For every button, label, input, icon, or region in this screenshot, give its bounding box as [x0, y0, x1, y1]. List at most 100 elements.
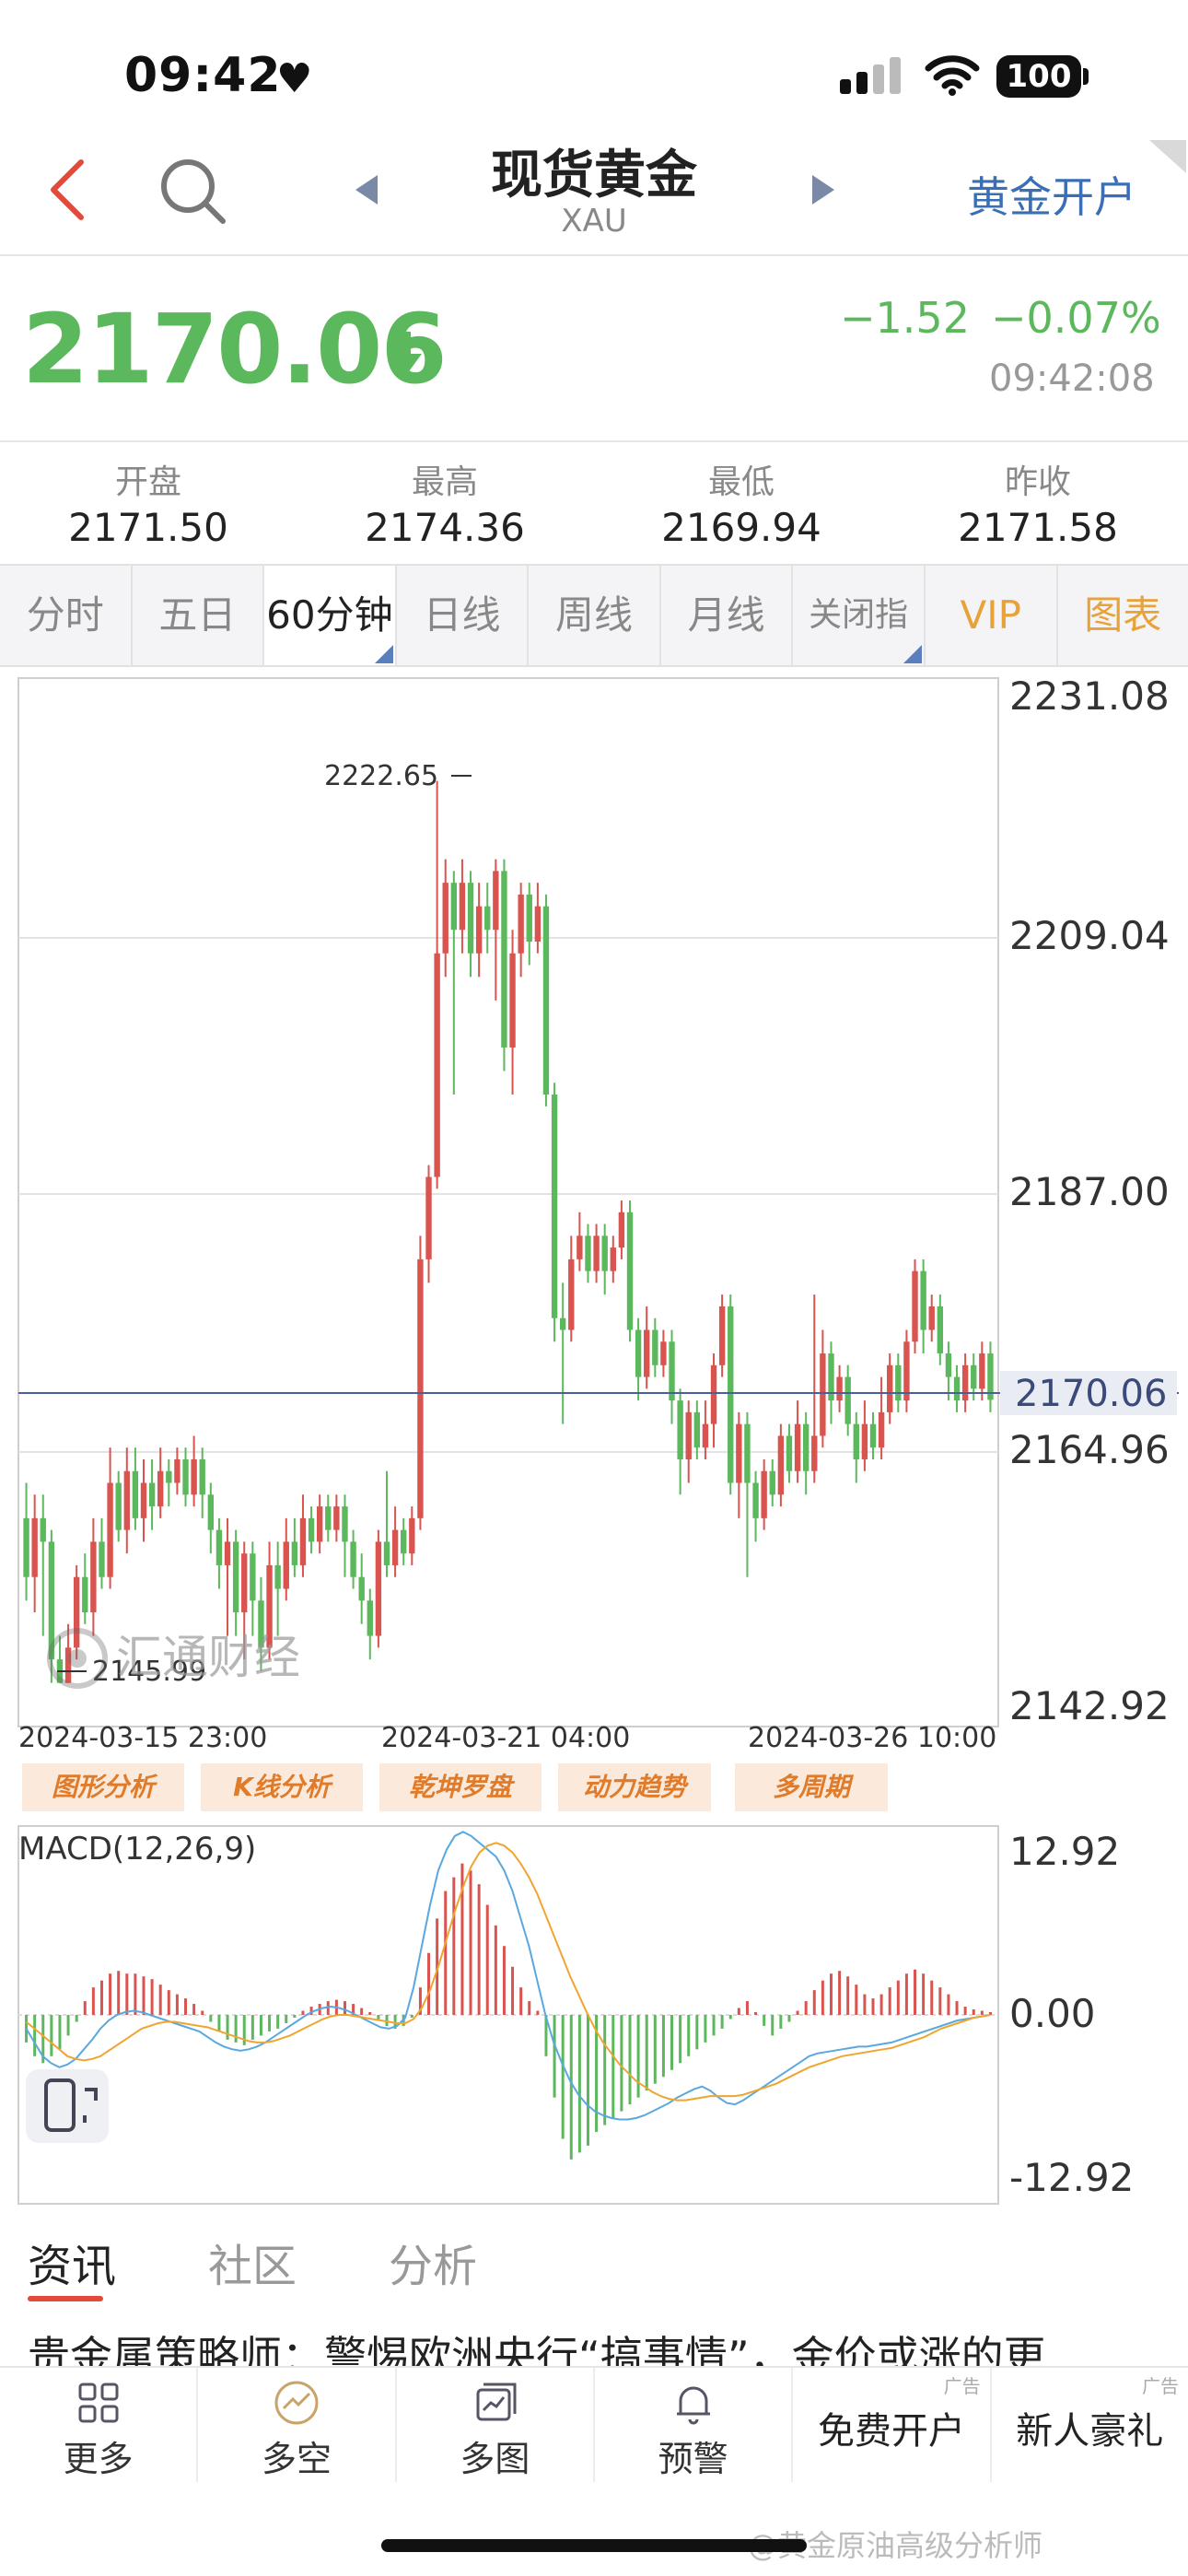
candle-body	[752, 1482, 759, 1518]
candle-body	[769, 1470, 775, 1495]
tab-community[interactable]: 社区	[208, 2230, 297, 2294]
candlestick-chart[interactable]: 2170.06 2231.08 2209.04 2187.00 2164.96 …	[0, 663, 1188, 1760]
news-headline[interactable]: 贵金属策略师：警惕欧洲央行“搞事情”，金价或涨的更	[28, 2324, 1188, 2368]
candle-body	[325, 1506, 332, 1530]
next-instrument-icon[interactable]	[810, 173, 838, 206]
candle-body	[358, 1576, 365, 1601]
price-change: −1.52	[840, 293, 970, 343]
candle-body	[644, 1329, 650, 1377]
candle-body	[736, 1423, 742, 1483]
alert-button[interactable]: 预警	[595, 2368, 794, 2482]
wifi-icon	[925, 55, 980, 96]
candle-body	[568, 1259, 575, 1330]
stat-high-label: 最高	[411, 463, 478, 501]
x-tick-1: 2024-03-21 04:00	[381, 1722, 630, 1754]
status-time: 09:42	[124, 48, 282, 103]
multi-chart-icon	[476, 2383, 517, 2421]
candle-body	[31, 1517, 38, 1577]
candle-body	[861, 1423, 868, 1459]
candle-body	[601, 1235, 608, 1271]
macd-y-tick-1: 0.00	[1009, 1991, 1096, 2036]
macd-chart[interactable]: MACD(12,26,9) 12.92 0.00 -12.92	[0, 1821, 1188, 2207]
chip-multi-period[interactable]: 多周期	[735, 1763, 888, 1811]
home-indicator[interactable]	[381, 2539, 807, 2552]
candle-body	[961, 1364, 969, 1401]
candle-body	[878, 1411, 885, 1448]
candle-body	[811, 1435, 818, 1471]
y-tick-2: 2187.00	[1009, 1169, 1170, 1214]
stat-high-value: 2174.36	[365, 505, 525, 550]
candle-body	[820, 1353, 826, 1436]
candle-body	[475, 906, 483, 954]
candle-body	[593, 1235, 600, 1271]
candle-body	[744, 1423, 751, 1483]
candle-body	[577, 1235, 583, 1259]
candle-body	[937, 1306, 944, 1354]
chart-frame	[17, 677, 999, 1727]
candle-body	[401, 1529, 407, 1554]
macd-y-tick-2: -12.92	[1009, 2155, 1134, 2200]
tab-vip[interactable]: VIP	[926, 566, 1058, 665]
candle-body	[509, 953, 516, 1048]
candle-body	[99, 1541, 105, 1577]
tab-daily[interactable]: 日线	[397, 566, 530, 665]
chip-pattern-analysis[interactable]: 图形分析	[22, 1763, 184, 1811]
more-label: 更多	[63, 2439, 134, 2479]
candle-body	[844, 1376, 851, 1424]
candle-body	[450, 883, 458, 931]
tab-analysis[interactable]: 分析	[389, 2230, 477, 2294]
more-button[interactable]: 更多	[0, 2368, 199, 2482]
device-rotate-icon[interactable]	[26, 2069, 109, 2143]
chip-momentum-trend[interactable]: 动力趋势	[558, 1763, 711, 1811]
tab-intraday[interactable]: 分时	[0, 566, 133, 665]
candle-body	[40, 1517, 46, 1542]
candle-body	[23, 1517, 29, 1577]
candle-body	[953, 1376, 961, 1401]
candle-body	[534, 906, 542, 943]
free-account-button[interactable]: 广告 免费开户	[793, 2368, 992, 2482]
candle-body	[542, 906, 550, 1095]
newcomer-gift-label: 新人豪礼	[1016, 2410, 1164, 2453]
candle-body	[853, 1423, 859, 1459]
candle-body	[836, 1376, 843, 1401]
tab-close-indicators[interactable]: 关闭指标	[793, 566, 926, 733]
candle-body	[728, 1306, 734, 1483]
tab-chart[interactable]: 图表	[1058, 566, 1188, 665]
y-tick-1: 2209.04	[1009, 913, 1170, 958]
tab-60min[interactable]: 60分钟	[264, 566, 397, 665]
stat-low-value: 2169.94	[661, 505, 821, 550]
tab-60min-label: 60分钟	[266, 592, 393, 638]
tab-five-day[interactable]: 五日	[133, 566, 265, 665]
chip-kline-analysis[interactable]: K线分析	[201, 1763, 363, 1811]
newcomer-gift-button[interactable]: 广告 新人豪礼	[992, 2368, 1188, 2482]
ad-tag: 广告	[1141, 2375, 1179, 2397]
stat-open-label: 开盘	[114, 463, 181, 501]
battery-tip	[1083, 68, 1089, 85]
cellular-signal-icon	[840, 57, 901, 94]
candle-body	[912, 1270, 918, 1342]
x-tick-0: 2024-03-15 23:00	[18, 1722, 267, 1754]
candle-body	[383, 1541, 390, 1565]
tab-monthly[interactable]: 月线	[661, 566, 794, 665]
stat-prev-close-label: 昨收	[1004, 463, 1071, 501]
candle-body	[148, 1482, 156, 1507]
candle-body	[786, 1435, 793, 1471]
candle-body	[660, 1341, 667, 1365]
long-short-button[interactable]: 多空	[198, 2368, 397, 2482]
price-change-percent: −0.07%	[991, 293, 1161, 343]
chip-compass[interactable]: 乾坤罗盘	[379, 1763, 542, 1811]
grid-icon	[78, 2383, 119, 2423]
candle-body	[391, 1529, 399, 1565]
dropdown-corner-icon	[374, 645, 393, 663]
multi-chart-button[interactable]: 多图	[397, 2368, 595, 2482]
candle-body	[224, 1541, 231, 1565]
candle-body	[90, 1541, 97, 1613]
tab-weekly[interactable]: 周线	[529, 566, 661, 665]
candle-body	[718, 1306, 726, 1365]
open-account-link[interactable]: 黄金开户	[967, 164, 1136, 225]
tab-news[interactable]: 资讯	[28, 2230, 116, 2294]
candle-body	[434, 953, 440, 1177]
candle-body	[501, 871, 507, 1048]
candle-body	[333, 1506, 340, 1530]
candle-body	[342, 1506, 348, 1542]
